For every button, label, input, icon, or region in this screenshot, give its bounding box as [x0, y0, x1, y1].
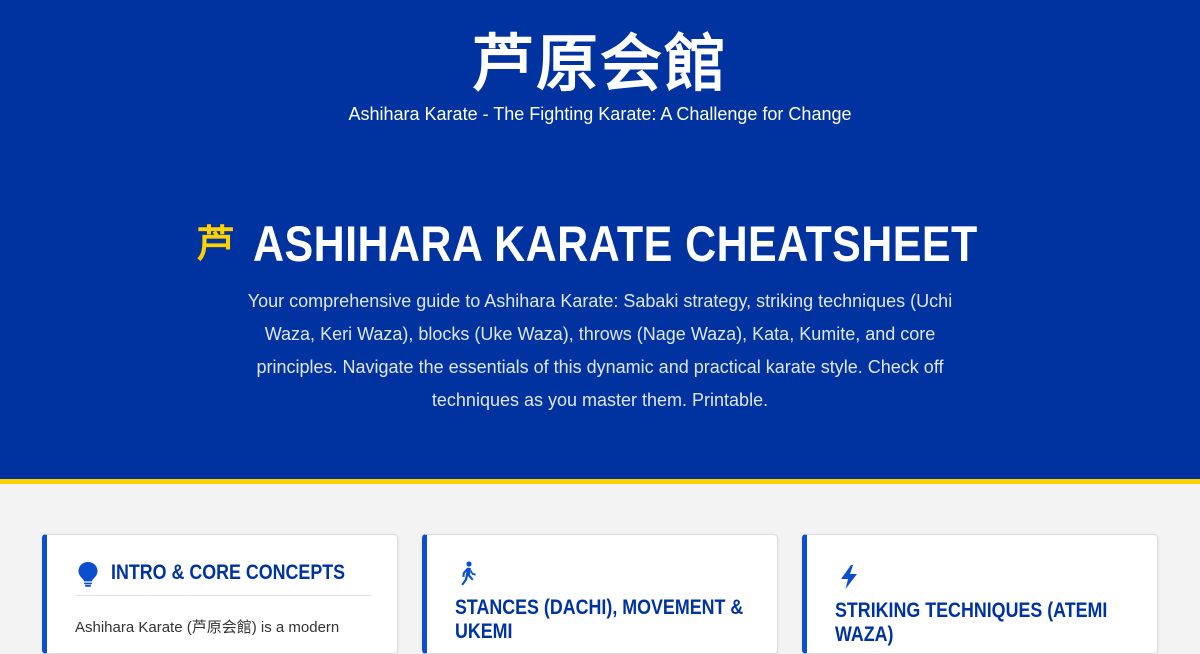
- lightbulb-icon: [78, 562, 98, 587]
- lightning-bolt-icon: [841, 565, 857, 589]
- card-title: INTRO & CORE CONCEPTS: [111, 561, 346, 584]
- card-intro-core-concepts: INTRO & CORE CONCEPTS Ashihara Karate (芦…: [42, 534, 398, 654]
- card-body-text: Ashihara Karate (芦原会館) is a modern: [75, 619, 340, 636]
- site-title: 芦原会館: [471, 27, 728, 100]
- cheatsheet-heading: 芦 ASHIHARA KARATE CHEATSHEET: [0, 214, 1200, 274]
- walking-person-icon: [461, 561, 476, 586]
- card-striking-techniques: STRIKING TECHNIQUES (ATEMI WAZA): [802, 534, 1158, 654]
- ashi-kanji-icon: 芦: [196, 222, 235, 266]
- card-title-line-1: STANCES (DACHI), MOVEMENT &: [455, 596, 744, 619]
- card-stances-movement-ukemi: STANCES (DACHI), MOVEMENT & UKEMI: [422, 534, 778, 654]
- card-divider: [75, 595, 371, 596]
- card-title-line-2: WAZA): [835, 623, 894, 646]
- card-title-line-2: UKEMI: [455, 620, 513, 643]
- cheatsheet-title: ASHIHARA KARATE CHEATSHEET: [252, 216, 978, 272]
- card-title-line-1: STRIKING TECHNIQUES (ATEMI: [835, 599, 1108, 622]
- site-subtitle: Ashihara Karate - The Fighting Karate: A…: [348, 104, 852, 124]
- cheatsheet-description: Your comprehensive guide to Ashihara Kar…: [247, 291, 953, 410]
- hero-divider: [0, 479, 1200, 484]
- hero-banner: 芦原会館 Ashihara Karate - The Fighting Kara…: [0, 0, 1200, 480]
